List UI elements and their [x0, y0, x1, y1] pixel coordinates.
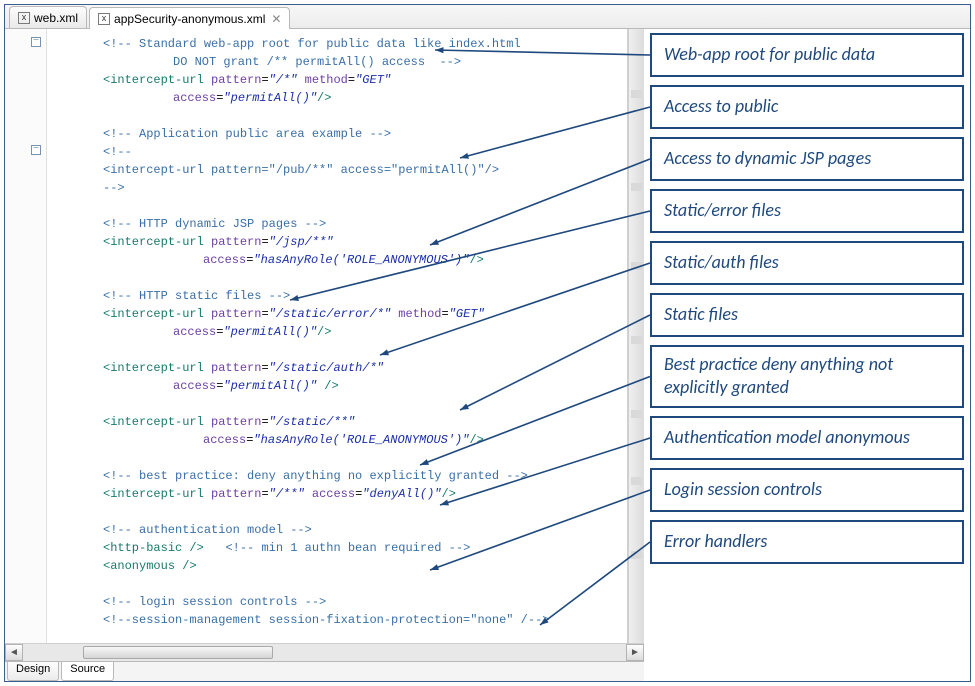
code-editor[interactable]: − − <!-- Standard web-app root for publi…: [5, 29, 628, 643]
code-line[interactable]: <!-- HTTP static files -->: [63, 287, 623, 305]
tab-label: Source: [70, 663, 105, 675]
editor-gutter: − −: [5, 29, 47, 643]
tab-label: Design: [16, 663, 50, 675]
code-line[interactable]: <!-- Application public area example -->: [63, 125, 623, 143]
annotation-callout: Static/auth files: [650, 241, 964, 285]
annotation-callout: Authentication model anonymous: [650, 416, 964, 460]
xml-file-icon: x: [18, 12, 30, 24]
annotation-callout: Static files: [650, 293, 964, 337]
code-line[interactable]: <!--: [63, 143, 623, 161]
code-line[interactable]: access="hasAnyRole('ROLE_ANONYMOUS')"/>: [63, 251, 623, 269]
horizontal-scrollbar[interactable]: ◄ ►: [5, 643, 644, 661]
fold-toggle-icon[interactable]: −: [31, 37, 41, 47]
editor-window: x web.xml x appSecurity-anonymous.xml ✕ …: [4, 4, 971, 682]
tab-web-xml[interactable]: x web.xml: [9, 6, 87, 28]
code-content[interactable]: <!-- Standard web-app root for public da…: [63, 35, 623, 686]
code-line[interactable]: [63, 575, 623, 593]
code-line[interactable]: <intercept-url pattern="/pub/**" access=…: [63, 161, 623, 179]
code-line[interactable]: [63, 395, 623, 413]
scroll-track[interactable]: [23, 644, 626, 661]
code-line[interactable]: [63, 449, 623, 467]
scroll-left-button[interactable]: ◄: [5, 644, 23, 661]
annotation-callout: Error handlers: [650, 520, 964, 564]
annotation-callout: Access to dynamic JSP pages: [650, 137, 964, 181]
code-line[interactable]: <!-- Standard web-app root for public da…: [63, 35, 623, 53]
code-line[interactable]: -->: [63, 179, 623, 197]
fold-toggle-icon[interactable]: −: [31, 145, 41, 155]
annotation-callout: Web-app root for public data: [650, 33, 964, 77]
annotation-column: Web-app root for public data Access to pu…: [644, 29, 970, 681]
code-line[interactable]: access="hasAnyRole('ROLE_ANONYMOUS')"/>: [63, 431, 623, 449]
code-line[interactable]: [63, 107, 623, 125]
code-line[interactable]: [63, 269, 623, 287]
code-line[interactable]: [63, 503, 623, 521]
annotation-callout: Best practice deny anything not explicit…: [650, 345, 964, 408]
scroll-right-button[interactable]: ►: [626, 644, 644, 661]
annotation-callout: Access to public: [650, 85, 964, 129]
tab-appsecurity-anonymous-xml[interactable]: x appSecurity-anonymous.xml ✕: [89, 7, 290, 29]
code-line[interactable]: <!-- login session controls -->: [63, 593, 623, 611]
annotation-callout: Login session controls: [650, 468, 964, 512]
code-line[interactable]: <intercept-url pattern="/jsp/**": [63, 233, 623, 251]
code-line[interactable]: <anonymous />: [63, 557, 623, 575]
code-line[interactable]: <intercept-url pattern="/static/**": [63, 413, 623, 431]
code-line[interactable]: access="permitAll()"/>: [63, 89, 623, 107]
annotation-callout: Static/error files: [650, 189, 964, 233]
code-line[interactable]: [63, 341, 623, 359]
top-tab-bar: x web.xml x appSecurity-anonymous.xml ✕: [5, 5, 970, 29]
code-line[interactable]: <intercept-url pattern="/static/error/*"…: [63, 305, 623, 323]
code-line[interactable]: access="permitAll()" />: [63, 377, 623, 395]
code-line[interactable]: <!-- HTTP dynamic JSP pages -->: [63, 215, 623, 233]
scroll-thumb[interactable]: [83, 646, 273, 659]
code-line[interactable]: <!-- authentication model -->: [63, 521, 623, 539]
xml-file-icon: x: [98, 13, 110, 25]
code-line[interactable]: <!--session-management session-fixation-…: [63, 611, 623, 629]
code-line[interactable]: <intercept-url pattern="/static/auth/*": [63, 359, 623, 377]
editor-body: − − <!-- Standard web-app root for publi…: [5, 29, 970, 681]
tab-label: appSecurity-anonymous.xml: [114, 12, 265, 26]
code-line[interactable]: [63, 197, 623, 215]
code-line[interactable]: <intercept-url pattern="/*" method="GET": [63, 71, 623, 89]
tab-source[interactable]: Source: [61, 662, 114, 681]
code-line[interactable]: DO NOT grant /** permitAll() access -->: [63, 53, 623, 71]
bottom-tab-bar: Design Source: [5, 661, 644, 681]
code-line[interactable]: <http-basic /> <!-- min 1 authn bean req…: [63, 539, 623, 557]
code-line[interactable]: access="permitAll()"/>: [63, 323, 623, 341]
overview-ruler[interactable]: [628, 29, 644, 643]
tab-label: web.xml: [34, 11, 78, 25]
close-icon[interactable]: ✕: [271, 12, 281, 26]
code-line[interactable]: <intercept-url pattern="/**" access="den…: [63, 485, 623, 503]
tab-design[interactable]: Design: [7, 662, 59, 681]
code-line[interactable]: <!-- best practice: deny anything no exp…: [63, 467, 623, 485]
